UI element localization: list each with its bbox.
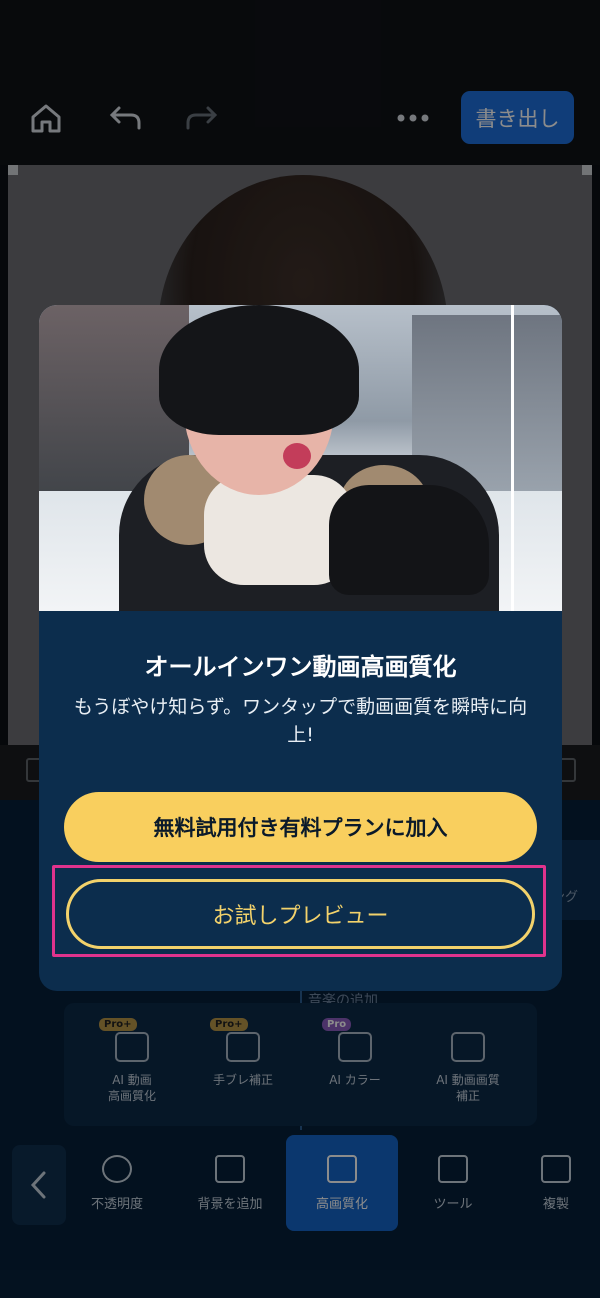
- comparison-divider: [511, 305, 514, 611]
- modal-description: もうぼやけ知らず。ワンタップで動画画質を瞬時に向上!: [73, 696, 528, 746]
- feature-preview-image: [39, 305, 562, 611]
- hero-subject: [159, 305, 359, 435]
- hero-subject: [283, 443, 311, 469]
- hero-subject: [329, 485, 489, 595]
- subscribe-trial-button[interactable]: 無料試用付き有料プランに加入: [64, 792, 537, 862]
- highlight-box: [52, 865, 546, 957]
- modal-title: オールインワン動画高画質化: [144, 653, 457, 681]
